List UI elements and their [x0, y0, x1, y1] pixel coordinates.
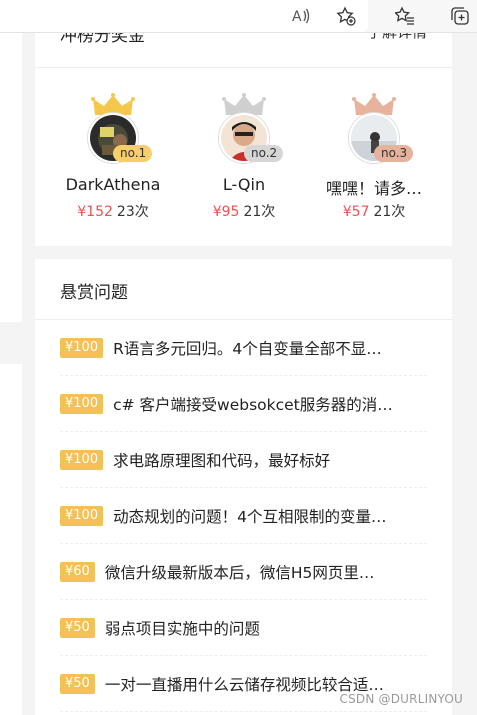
rank-item-3[interactable]: no.3 嘿嘿！请多… ¥57 21次 [314, 89, 434, 220]
rank-count: 21次 [373, 204, 406, 220]
svg-text:A: A [292, 9, 302, 25]
bounty-question-item[interactable]: ¥60 微信升级最新版本后，微信H5网页里… [60, 544, 427, 600]
rank-money: ¥57 [342, 204, 370, 220]
rank-item-1[interactable]: no.1 DarkAthena ¥152 23次 [53, 89, 173, 220]
rank-count: 23次 [116, 204, 149, 220]
bounty-question-item[interactable]: ¥100 R语言多元回归。4个自变量全部不显… [60, 320, 427, 376]
bounty-question-link[interactable]: 弱点项目实施中的问题 [105, 617, 260, 639]
bounty-header: 悬赏问题 [35, 259, 452, 320]
rank-badge: no.2 [244, 145, 284, 162]
bounty-question-link[interactable]: R语言多元回归。4个自变量全部不显… [113, 337, 382, 359]
rank-stats: ¥95 21次 [184, 201, 304, 221]
rank-user-name[interactable]: 嘿嘿！请多… [314, 175, 434, 199]
read-aloud-icon[interactable]: A [288, 3, 314, 29]
rank-stats: ¥152 23次 [53, 201, 173, 221]
rank-stats: ¥57 21次 [314, 201, 434, 221]
bounty-question-item[interactable]: ¥100 动态规划的问题！4个互相限制的变量… [60, 488, 427, 544]
bounty-question-list: ¥100 R语言多元回归。4个自变量全部不显… ¥100 c# 客户端接受web… [60, 320, 427, 712]
bounty-price-badge: ¥50 [60, 673, 95, 694]
bounty-question-link[interactable]: 微信升级最新版本后，微信H5网页里… [105, 561, 375, 583]
rank-money: ¥95 [212, 204, 240, 220]
rank-badge: no.1 [113, 145, 153, 162]
bounty-price-badge: ¥100 [60, 505, 104, 526]
collections-icon[interactable] [447, 3, 473, 29]
leaderboard-more-link[interactable]: 了解详情 [367, 33, 427, 42]
bounty-questions-card: 悬赏问题 ¥100 R语言多元回归。4个自变量全部不显… ¥100 c# 客户端… [35, 259, 452, 715]
bounty-question-link[interactable]: 求电路原理图和代码，最好标好 [113, 449, 330, 471]
rank-count: 21次 [243, 204, 276, 220]
rank-badge: no.3 [374, 145, 414, 162]
leaderboard-title: 冲榜分奖金 [60, 33, 145, 46]
rank-user-name[interactable]: DarkAthena [53, 175, 173, 194]
bounty-price-badge: ¥60 [60, 561, 95, 582]
bounty-question-item[interactable]: ¥100 c# 客户端接受websokcet服务器的消… [60, 376, 427, 432]
rank-user-name[interactable]: L-Qin [184, 175, 304, 194]
bounty-question-item[interactable]: ¥100 求电路原理图和代码，最好标好 [60, 432, 427, 488]
leaderboard-card: 冲榜分奖金 了解详情 no.1 DarkAthena ¥15223次 [35, 33, 452, 246]
left-column [0, 33, 22, 715]
bounty-price-badge: ¥100 [60, 337, 104, 358]
bounty-question-link[interactable]: 动态规划的问题！4个互相限制的变量… [113, 505, 386, 527]
bounty-price-badge: ¥100 [60, 393, 104, 414]
bounty-price-badge: ¥100 [60, 449, 104, 470]
page-background [452, 33, 477, 715]
favorites-icon[interactable] [392, 3, 418, 29]
bounty-question-link[interactable]: c# 客户端接受websokcet服务器的消… [113, 393, 393, 415]
browser-toolbar: A [0, 0, 477, 33]
rank-item-2[interactable]: no.2 L-Qin ¥95 21次 [184, 89, 304, 220]
bounty-question-item[interactable]: ¥50 弱点项目实施中的问题 [60, 600, 427, 656]
bounty-price-badge: ¥50 [60, 617, 95, 638]
watermark: CSDN @DURLINYOU [339, 692, 463, 706]
leaderboard-header: 冲榜分奖金 了解详情 [35, 33, 452, 68]
bounty-title: 悬赏问题 [60, 283, 128, 303]
add-favorite-icon[interactable] [333, 3, 359, 29]
rank-money: ¥152 [77, 204, 113, 220]
